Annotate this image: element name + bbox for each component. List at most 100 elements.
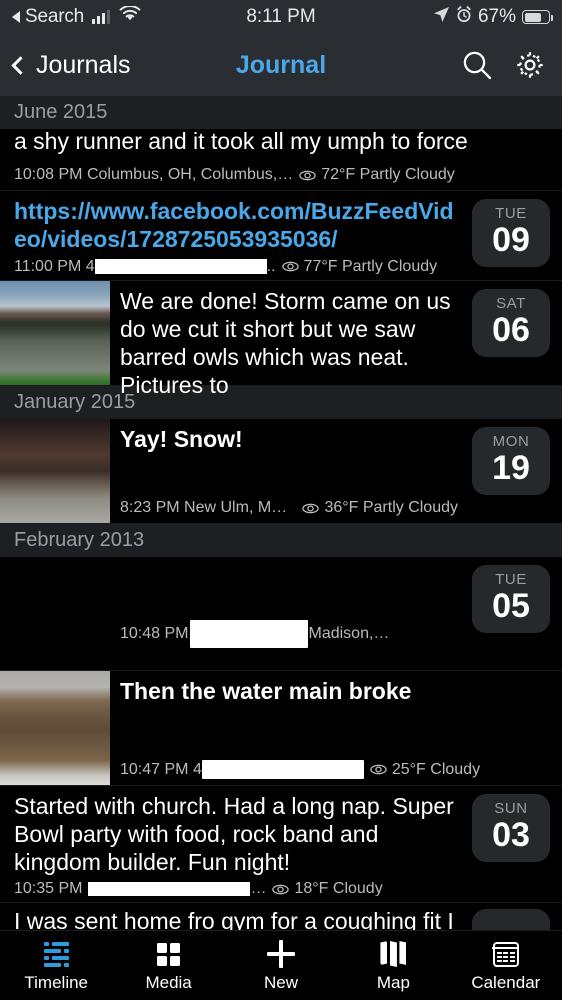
thumbnail-kayak-lake — [0, 281, 110, 385]
cloud-icon — [370, 763, 387, 776]
entry-body: Started with church. Had a long nap. Sup… — [0, 786, 466, 902]
status-bar-right: 67% — [433, 5, 553, 29]
table-row[interactable]: https://www.facebook.com/BuzzFeedVideo/v… — [0, 191, 562, 281]
entry-body: 10:48 PM Madison,… — [110, 557, 466, 670]
battery-icon — [522, 10, 553, 24]
entry-location-suffix: … — [250, 882, 267, 896]
entry-location: Columbus, OH, Columbus,… — [86, 166, 294, 183]
redaction-block — [94, 259, 267, 274]
tab-map[interactable]: Map — [337, 940, 449, 991]
thumbnail-muddy-driveway — [0, 557, 110, 670]
back-triangle-icon — [12, 11, 20, 23]
timeline-icon — [43, 940, 69, 968]
timeline-list[interactable]: June 2015 a shy runner and it took all m… — [0, 96, 562, 930]
month-header: June 2015 — [0, 96, 562, 129]
month-header: February 2013 — [0, 524, 562, 557]
entry-link[interactable]: https://www.facebook.com/BuzzFeedVideo/v… — [14, 197, 458, 253]
entry-location: 4 — [192, 760, 202, 778]
table-row[interactable]: Then the water main broke 10:47 PM 4 25°… — [0, 671, 562, 786]
tab-new-label: New — [264, 973, 299, 992]
wifi-icon — [119, 5, 141, 28]
entry-time: 10:47 PM — [120, 760, 189, 778]
entry-title: I was sent home fro gym for a coughing f… — [14, 908, 454, 930]
tab-media[interactable]: Media — [112, 940, 224, 991]
entry-meta: 8:23 PM New Ulm, MN, New Ulm, M… 36°F Pa… — [120, 499, 458, 517]
entry-time: 11:00 PM — [14, 259, 82, 274]
date-badge-day: 06 — [492, 311, 530, 349]
back-button[interactable]: Journals — [11, 50, 131, 80]
table-row[interactable]: We are done! Storm came on us do we cut … — [0, 281, 562, 398]
cloud-icon — [299, 169, 316, 182]
search-icon[interactable] — [460, 48, 494, 82]
status-bar: Search 8:11 PM 67% — [0, 0, 562, 34]
tab-timeline[interactable]: Timeline — [0, 940, 112, 991]
tab-timeline-label: Timeline — [24, 973, 88, 992]
date-badge-day: 05 — [492, 587, 530, 625]
date-badge-day: 03 — [492, 816, 530, 854]
tab-bar: Timeline Media New Map Calendar — [0, 930, 562, 1000]
navigation-actions — [460, 47, 548, 83]
date-badge-day: 19 — [492, 449, 530, 487]
entry-title: We are done! Storm came on us do we cut … — [120, 288, 451, 399]
entry-location: New Ulm, MN, New Ulm, M… — [184, 499, 296, 516]
entry-meta: 10:08 PM Columbus, OH, Columbus,… 72°F P… — [14, 166, 554, 184]
alarm-clock-icon — [456, 5, 472, 29]
entry-body: a shy runner and it took all my umph to … — [0, 129, 562, 190]
redaction-block — [88, 882, 251, 896]
entry-time: 8:23 PM — [120, 499, 180, 516]
entry-weather: 77°F Partly Cloudy — [303, 259, 438, 274]
redaction-block — [201, 760, 364, 779]
date-badge: SAT 06 — [472, 289, 550, 357]
date-badge — [472, 909, 550, 930]
calendar-icon — [492, 940, 520, 968]
cloud-icon — [272, 883, 290, 896]
plus-icon — [267, 940, 296, 968]
journal-app-screen: Search 8:11 PM 67% Journals Journal June… — [0, 0, 562, 1000]
tab-map-label: Map — [376, 973, 410, 992]
table-row[interactable]: I was sent home fro gym for a coughing f… — [0, 903, 562, 930]
tab-new[interactable]: New — [225, 940, 337, 991]
entry-weather: 25°F Cloudy — [391, 760, 481, 778]
entry-location: Madison,… — [308, 625, 390, 642]
entry-weather: 72°F Partly Cloudy — [321, 166, 455, 183]
map-icon — [380, 940, 407, 968]
battery-percent-label: 67% — [477, 6, 516, 27]
entry-body: I was sent home fro gym for a coughing f… — [0, 903, 466, 930]
entry-time: 10:35 PM — [14, 882, 83, 896]
entry-time: 10:48 PM — [120, 625, 189, 642]
date-badge: TUE 09 — [472, 199, 550, 267]
chevron-left-icon — [11, 55, 30, 75]
redaction-block — [190, 620, 309, 648]
entry-meta: 10:47 PM 4 25°F Cloudy — [120, 760, 554, 779]
entry-meta: 10:48 PM Madison,… — [120, 620, 458, 648]
navigation-bar: Journals Journal — [0, 34, 562, 96]
entry-title: Started with church. Had a long nap. Sup… — [14, 793, 454, 876]
entry-title: Then the water main broke — [120, 678, 412, 704]
date-badge: MON 19 — [472, 427, 550, 495]
entry-weather: 36°F Partly Cloudy — [324, 499, 458, 516]
entry-title: a shy runner and it took all my umph to … — [14, 129, 468, 154]
entry-body: We are done! Storm came on us do we cut … — [110, 281, 466, 398]
back-button-label: Journals — [36, 50, 131, 79]
table-row[interactable]: Started with church. Had a long nap. Sup… — [0, 786, 562, 903]
gear-icon[interactable] — [512, 47, 548, 83]
table-row[interactable]: Yay! Snow! 8:23 PM New Ulm, MN, New Ulm,… — [0, 419, 562, 524]
entry-title: Yay! Snow! — [120, 426, 243, 452]
grid-icon — [157, 940, 181, 968]
entry-meta: 10:35 PM … 18°F Cloudy — [14, 882, 458, 896]
entry-meta: 11:00 PM 4 .. 77°F Partly Cloudy — [14, 259, 458, 274]
entry-weather: 18°F Cloudy — [294, 882, 383, 896]
table-row[interactable]: 10:48 PM Madison,… TUE 05 — [0, 557, 562, 671]
entry-location: 4 — [85, 259, 95, 274]
cellular-bars-icon — [92, 10, 111, 24]
table-row[interactable]: a shy runner and it took all my umph to … — [0, 129, 562, 191]
entry-body: Yay! Snow! 8:23 PM New Ulm, MN, New Ulm,… — [110, 419, 466, 523]
date-badge: SUN 03 — [472, 794, 550, 862]
date-badge-day: 09 — [492, 221, 530, 259]
tab-media-label: Media — [145, 973, 192, 992]
entry-body: Then the water main broke 10:47 PM 4 25°… — [110, 671, 562, 785]
status-bar-left[interactable]: Search — [12, 5, 141, 28]
status-back-label: Search — [25, 6, 85, 27]
entry-location-suffix: .. — [266, 259, 276, 274]
tab-calendar[interactable]: Calendar — [450, 940, 562, 991]
